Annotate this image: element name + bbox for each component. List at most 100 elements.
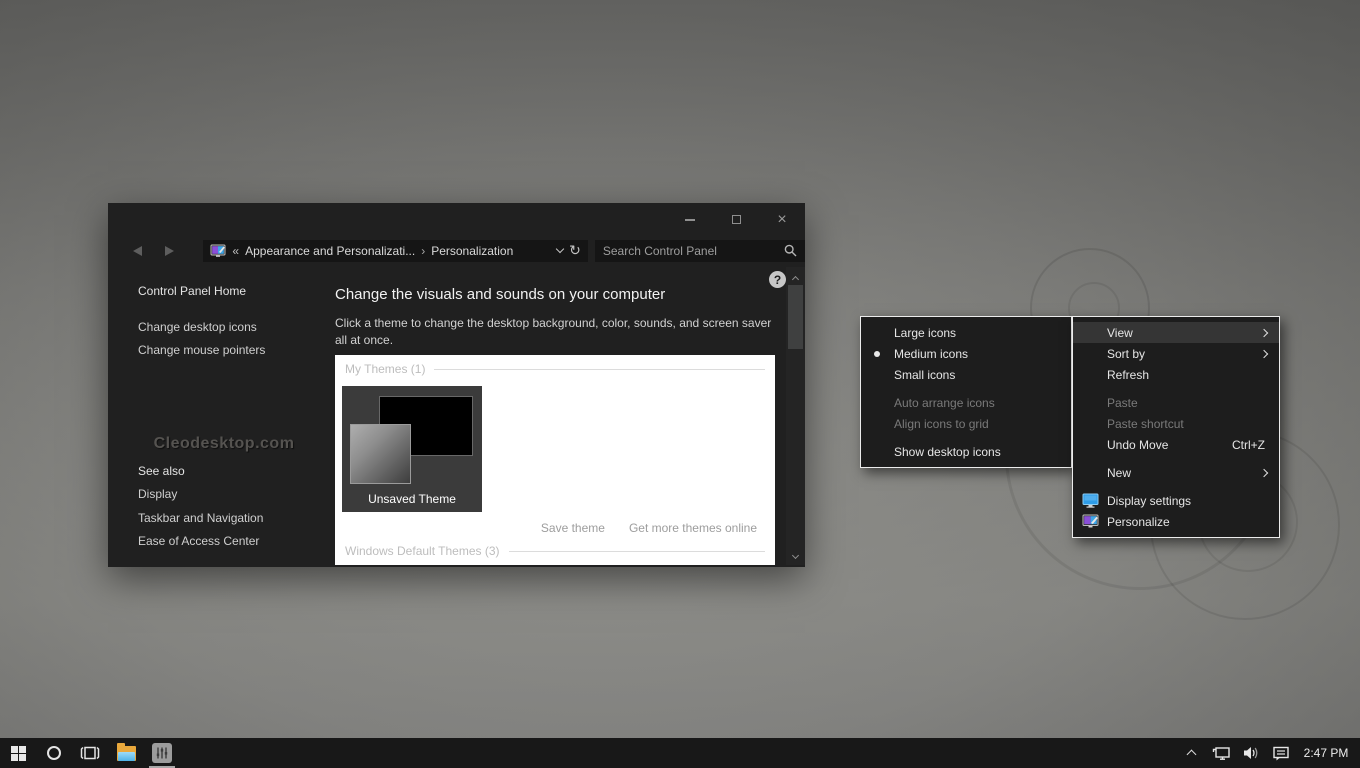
scrollbar-thumb[interactable] — [788, 285, 803, 349]
menu-item-paste[interactable]: Paste — [1073, 392, 1279, 413]
file-explorer-icon — [117, 746, 136, 761]
sidebar-item-control-panel-home[interactable]: Control Panel Home — [138, 284, 246, 298]
back-icon — [133, 246, 142, 256]
network-button[interactable] — [1206, 738, 1236, 768]
sidebar-item-taskbar-navigation[interactable]: Taskbar and Navigation — [138, 511, 263, 525]
taskbar: 2:47 PM — [0, 738, 1360, 768]
window-titlebar[interactable]: × — [108, 203, 805, 236]
menu-item-label: Paste — [1107, 396, 1138, 410]
sidebar-item-change-mouse-pointers[interactable]: Change mouse pointers — [138, 343, 265, 357]
menu-item-auto-arrange[interactable]: Auto arrange icons — [861, 392, 1071, 413]
taskbar-clock[interactable]: 2:47 PM — [1296, 746, 1356, 760]
menu-separator — [861, 385, 1071, 392]
sidebar-item-ease-of-access[interactable]: Ease of Access Center — [138, 534, 259, 548]
file-explorer-button[interactable] — [108, 738, 144, 768]
cortana-button[interactable] — [36, 738, 72, 768]
control-panel-button[interactable] — [144, 738, 180, 768]
action-center-button[interactable] — [1266, 738, 1296, 768]
search-input[interactable] — [603, 244, 784, 258]
show-hidden-icons-button[interactable] — [1176, 738, 1206, 768]
start-button[interactable] — [0, 738, 36, 768]
minimize-button[interactable] — [667, 203, 713, 236]
menu-shortcut: Ctrl+Z — [1232, 438, 1265, 452]
menu-separator — [1073, 385, 1279, 392]
view-submenu: Large icons Medium icons Small icons Aut… — [860, 316, 1072, 468]
default-themes-header: Windows Default Themes (3) — [345, 544, 765, 558]
menu-item-label: Small icons — [894, 368, 955, 382]
scroll-down-icon — [792, 552, 799, 559]
menu-item-label: Show desktop icons — [894, 445, 1001, 459]
action-center-icon — [1272, 745, 1290, 762]
menu-item-sort-by[interactable]: Sort by — [1073, 343, 1279, 364]
sidebar: Control Panel Home Change desktop icons … — [108, 265, 335, 567]
help-button[interactable]: ? — [769, 271, 786, 288]
maximize-button[interactable] — [713, 203, 759, 236]
menu-item-label: Display settings — [1107, 494, 1191, 508]
menu-item-small-icons[interactable]: Small icons — [861, 364, 1071, 385]
address-dropdown-icon[interactable] — [556, 245, 564, 253]
menu-item-paste-shortcut[interactable]: Paste shortcut — [1073, 413, 1279, 434]
menu-item-show-desktop-icons[interactable]: Show desktop icons — [861, 441, 1071, 462]
refresh-icon[interactable]: ↻ — [569, 244, 581, 258]
themes-panel: My Themes (1) Unsaved Theme Save theme G… — [335, 355, 775, 565]
navigation-bar: « Appearance and Personalizati... › Pers… — [108, 236, 805, 265]
breadcrumb-parent[interactable]: Appearance and Personalizati... — [245, 244, 415, 258]
sidebar-item-change-desktop-icons[interactable]: Change desktop icons — [138, 320, 257, 334]
theme-links: Save theme Get more themes online — [541, 521, 757, 535]
my-themes-header: My Themes (1) — [345, 362, 765, 376]
menu-item-align-to-grid[interactable]: Align icons to grid — [861, 413, 1071, 434]
control-panel-icon — [152, 743, 172, 763]
personalization-crumb-icon — [210, 244, 226, 258]
breadcrumb-prefix: « — [232, 244, 239, 258]
desktop-context-menu: View Sort by Refresh Paste Paste shortcu… — [1072, 316, 1280, 538]
menu-item-view[interactable]: View — [1073, 322, 1279, 343]
minimize-icon — [685, 219, 695, 221]
get-more-themes-link[interactable]: Get more themes online — [629, 521, 757, 535]
scroll-up-button[interactable] — [786, 274, 805, 282]
see-also-heading: See also — [138, 464, 185, 478]
breadcrumb-current[interactable]: Personalization — [431, 244, 513, 258]
menu-separator — [1073, 483, 1279, 490]
desktop[interactable]: { "window": { "controls": { "close_glyph… — [0, 0, 1360, 768]
close-icon: × — [777, 212, 786, 228]
menu-item-undo-move[interactable]: Undo Move Ctrl+Z — [1073, 434, 1279, 455]
personalize-icon — [1082, 514, 1099, 529]
volume-button[interactable] — [1236, 738, 1266, 768]
menu-item-new[interactable]: New — [1073, 462, 1279, 483]
menu-item-personalize[interactable]: Personalize — [1073, 511, 1279, 532]
scroll-up-icon — [792, 276, 799, 283]
menu-item-label: Paste shortcut — [1107, 417, 1184, 431]
scrollbar[interactable] — [786, 267, 805, 565]
task-view-button[interactable] — [72, 738, 108, 768]
windows-logo-icon — [11, 746, 26, 761]
window-body: Control Panel Home Change desktop icons … — [108, 265, 805, 567]
header-rule — [509, 551, 766, 552]
forward-button[interactable] — [154, 246, 186, 256]
menu-item-label: View — [1107, 326, 1133, 340]
default-themes-label: Windows Default Themes (3) — [345, 544, 500, 558]
save-theme-link[interactable]: Save theme — [541, 521, 605, 535]
menu-item-label: New — [1107, 466, 1131, 480]
menu-item-display-settings[interactable]: Display settings — [1073, 490, 1279, 511]
address-bar[interactable]: « Appearance and Personalizati... › Pers… — [203, 240, 587, 262]
scroll-down-button[interactable] — [786, 556, 805, 558]
menu-item-label: Align icons to grid — [894, 417, 989, 431]
menu-item-label: Auto arrange icons — [894, 396, 995, 410]
search-icon[interactable] — [784, 244, 797, 257]
network-icon — [1212, 745, 1231, 762]
menu-item-label: Sort by — [1107, 347, 1145, 361]
menu-item-large-icons[interactable]: Large icons — [861, 322, 1071, 343]
close-button[interactable]: × — [759, 203, 805, 236]
cortana-icon — [47, 746, 61, 760]
chevron-up-icon — [1186, 750, 1196, 760]
menu-item-refresh[interactable]: Refresh — [1073, 364, 1279, 385]
system-tray: 2:47 PM — [1176, 738, 1360, 768]
sidebar-item-display[interactable]: Display — [138, 487, 177, 501]
back-button[interactable] — [122, 246, 154, 256]
theme-tile-unsaved[interactable]: Unsaved Theme — [342, 386, 482, 512]
volume-icon — [1242, 745, 1260, 761]
display-settings-icon — [1082, 493, 1099, 508]
menu-item-medium-icons[interactable]: Medium icons — [861, 343, 1071, 364]
page-description: Click a theme to change the desktop back… — [335, 315, 773, 349]
menu-separator — [861, 434, 1071, 441]
